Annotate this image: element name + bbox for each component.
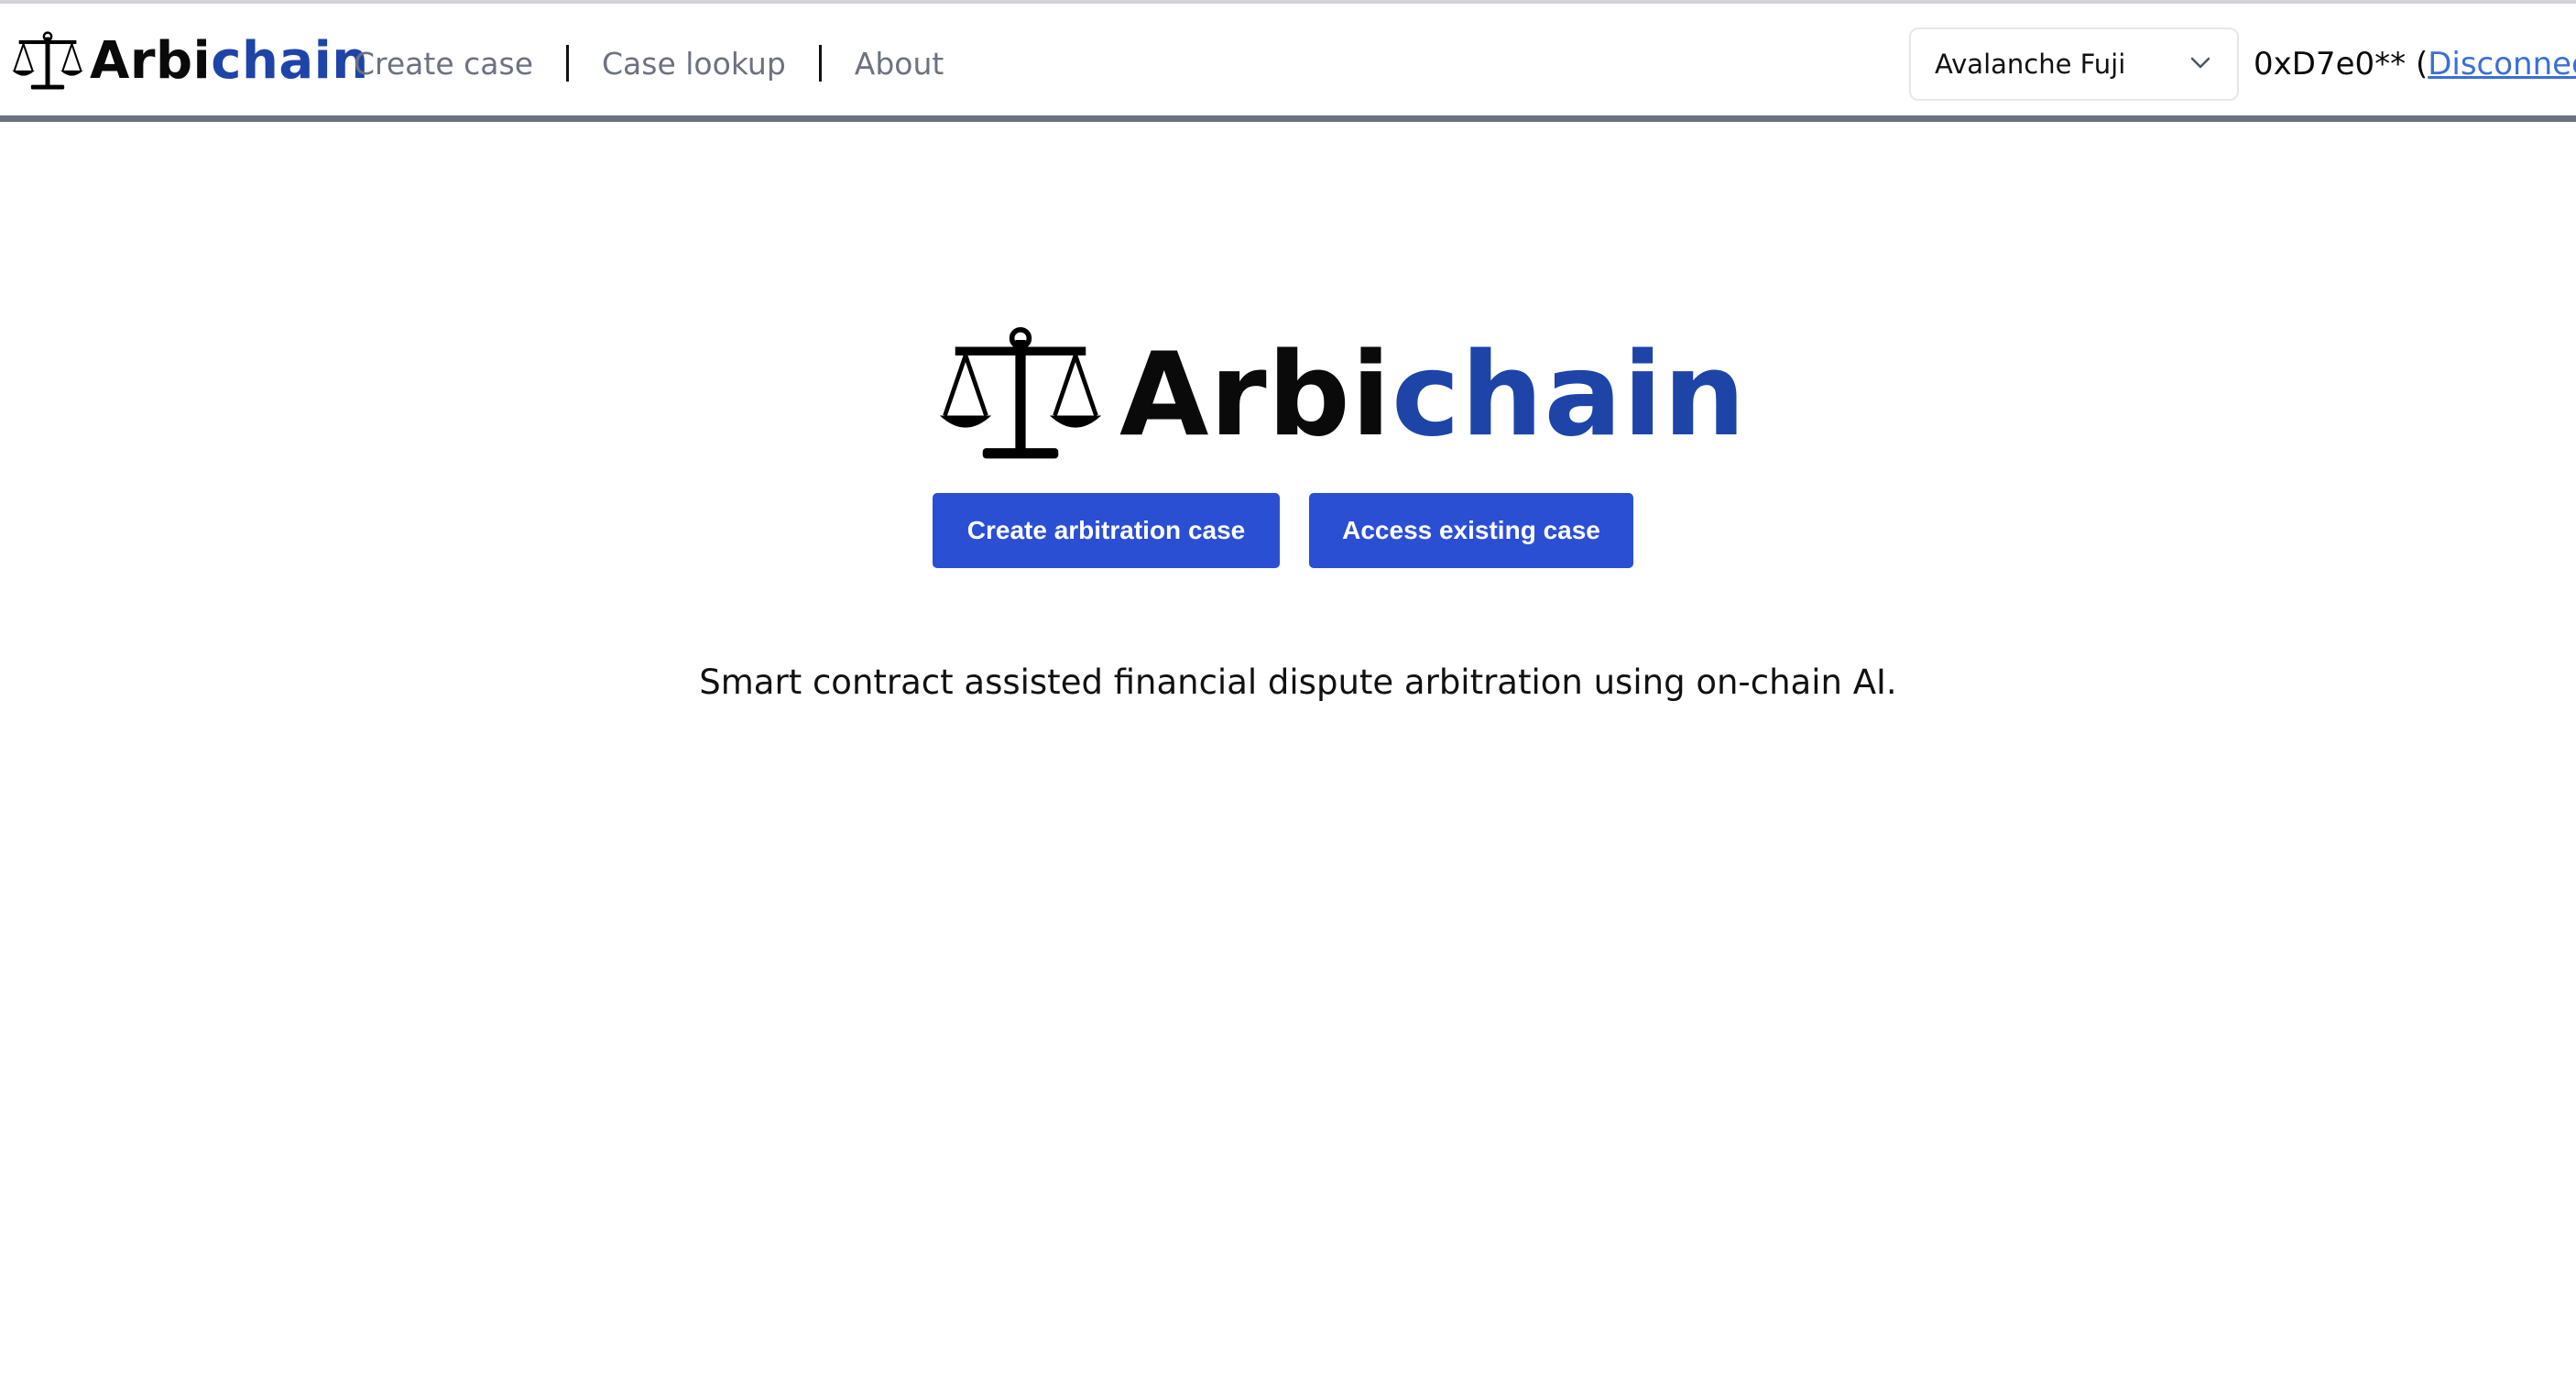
hero-brand-part2: chain xyxy=(1392,327,1747,462)
hero-brand-part1: Arbi xyxy=(1119,327,1392,462)
disconnect-link[interactable]: Disconnect xyxy=(2428,46,2576,82)
chevron-down-icon xyxy=(2190,57,2210,69)
account-info: 0xD7e0** (Disconnect) xyxy=(2254,40,2576,88)
nav-link-create-case[interactable]: Create case xyxy=(354,46,533,82)
brand-name-part1: Arbi xyxy=(90,31,212,91)
navbar-bottom-border xyxy=(0,115,2576,122)
hero-logo: Arbichain xyxy=(931,326,1746,464)
nav-divider xyxy=(818,45,822,82)
network-select-value: Avalanche Fuji xyxy=(1935,49,2126,80)
top-navbar: Arbichain Create case Case lookup About … xyxy=(0,4,2576,115)
access-existing-case-button[interactable]: Access existing case xyxy=(1309,493,1633,568)
main-nav: Create case Case lookup About xyxy=(354,37,944,90)
create-arbitration-case-button[interactable]: Create arbitration case xyxy=(933,493,1280,568)
nav-link-about[interactable]: About xyxy=(855,46,944,82)
brand-logo[interactable]: Arbichain xyxy=(9,29,369,93)
scale-icon xyxy=(12,31,83,90)
nav-divider xyxy=(566,45,570,82)
scale-icon xyxy=(939,326,1102,459)
brand-name-part2: chain xyxy=(211,31,369,91)
network-select[interactable]: Avalanche Fuji xyxy=(1909,27,2239,101)
account-open-paren: ( xyxy=(2415,46,2429,82)
tagline: Smart contract assisted financial disput… xyxy=(699,663,1897,702)
account-address: 0xD7e0** xyxy=(2254,46,2407,82)
nav-link-case-lookup[interactable]: Case lookup xyxy=(602,46,786,82)
